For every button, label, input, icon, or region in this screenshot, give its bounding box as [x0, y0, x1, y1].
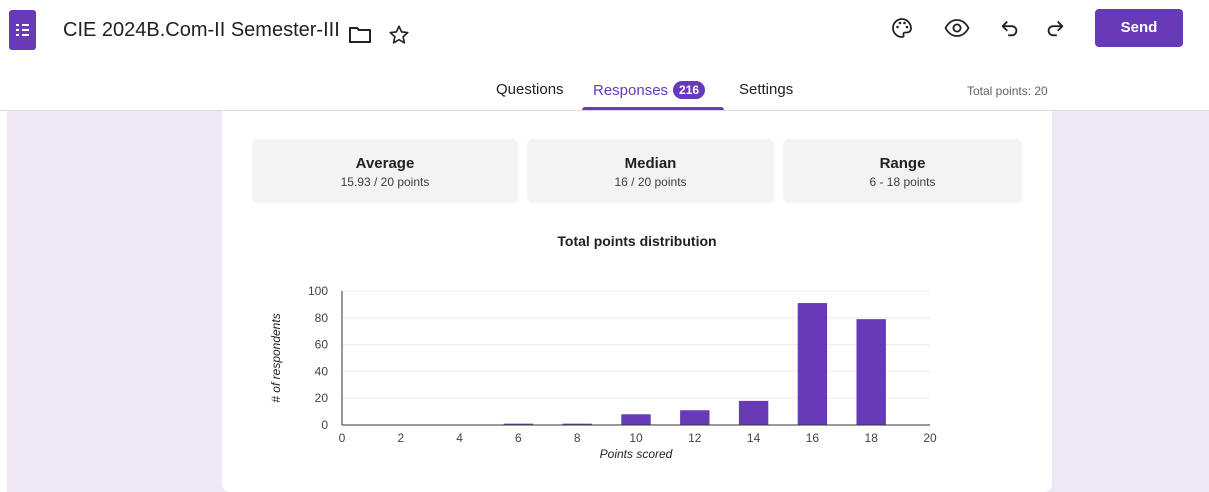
- median-label: Median: [624, 155, 677, 172]
- x-tick-label: 4: [456, 431, 463, 445]
- tab-responses-label: Responses: [593, 82, 669, 99]
- tab-bar: Questions Responses 216 Settings Total po…: [0, 79, 1209, 111]
- send-button[interactable]: Send: [1095, 9, 1183, 47]
- folder-icon[interactable]: [348, 25, 372, 45]
- y-tick-label: 100: [308, 284, 328, 298]
- chart-title: Total points distribution: [557, 233, 717, 249]
- y-tick-label: 20: [315, 391, 329, 405]
- summary-card: Average 15.93 / 20 points Median 16 / 20…: [222, 111, 1052, 492]
- range-value: 6 - 18 points: [869, 175, 936, 189]
- y-tick-label: 40: [315, 364, 329, 378]
- top-bar: CIE 2024B.Com-II Semester-III Send: [0, 0, 1209, 72]
- average-stat: Average 15.93 / 20 points: [252, 139, 518, 203]
- x-tick-label: 10: [629, 431, 643, 445]
- palette-icon[interactable]: [890, 16, 914, 40]
- x-tick-label: 8: [574, 431, 581, 445]
- points-distribution-chart: 0 20 40 60 80 100 0 2 4 6 8 10 12 14 16 18 20 Points scor…: [269, 284, 937, 461]
- x-tick-label: 16: [806, 431, 820, 445]
- bar: [797, 303, 828, 425]
- x-tick-label: 18: [865, 431, 879, 445]
- average-label: Average: [355, 155, 415, 172]
- average-value: 15.93 / 20 points: [340, 175, 430, 189]
- y-tick-label: 80: [315, 311, 329, 325]
- y-tick-label: 60: [315, 338, 329, 352]
- tab-settings[interactable]: Settings: [739, 81, 793, 98]
- bar: [680, 410, 710, 425]
- forms-app-icon[interactable]: [9, 10, 36, 50]
- form-title[interactable]: CIE 2024B.Com-II Semester-III: [63, 19, 340, 42]
- range-label: Range: [879, 155, 926, 172]
- x-tick-label: 0: [339, 431, 346, 445]
- median-value: 16 / 20 points: [614, 175, 687, 189]
- tab-questions[interactable]: Questions: [496, 81, 564, 98]
- total-points-label: Total points: 20: [967, 84, 1048, 98]
- x-tick-label: 12: [688, 431, 702, 445]
- tab-responses[interactable]: Responses 216: [593, 81, 706, 99]
- undo-icon[interactable]: [999, 17, 1021, 39]
- bar: [856, 319, 886, 425]
- range-stat: Range 6 - 18 points: [783, 139, 1022, 203]
- bar: [621, 414, 651, 425]
- median-stat: Median 16 / 20 points: [527, 139, 774, 203]
- redo-icon[interactable]: [1044, 17, 1066, 39]
- y-tick-label: 0: [321, 418, 328, 432]
- preview-eye-icon[interactable]: [944, 18, 970, 38]
- x-tick-label: 14: [747, 431, 761, 445]
- responses-count-badge: 216: [673, 81, 706, 99]
- x-tick-label: 2: [397, 431, 404, 445]
- bar: [738, 400, 769, 425]
- star-icon[interactable]: [388, 24, 410, 46]
- x-tick-label: 20: [923, 431, 937, 445]
- x-tick-label: 6: [515, 431, 522, 445]
- y-axis-title: # of respondents: [269, 313, 283, 402]
- x-axis-title: Points scored: [600, 447, 673, 461]
